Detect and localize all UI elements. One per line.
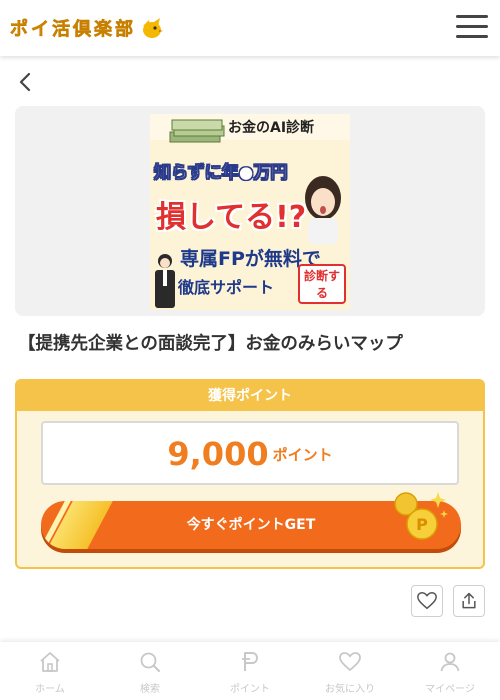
nav-label-home: ホーム <box>35 684 65 695</box>
nav-label-favorites: お気に入り <box>325 684 375 695</box>
banner-support-text: 徹底サポート <box>178 278 275 297</box>
home-icon <box>40 652 60 672</box>
search-icon <box>140 652 160 672</box>
coin-icon: P <box>394 492 448 540</box>
diagnose-badge: 診断する <box>298 264 346 304</box>
businessman-illustration <box>155 254 175 308</box>
share-icon <box>462 592 476 609</box>
heart-icon <box>417 592 437 610</box>
points-value: 9,000 <box>167 435 269 473</box>
nav-item-home[interactable]: ホーム <box>0 642 100 700</box>
chevron-left-icon[interactable] <box>14 70 38 94</box>
nav-item-search[interactable]: 検索 <box>100 642 200 700</box>
heart-icon <box>339 652 361 672</box>
banner-top-text: お金のAI診断 <box>228 120 315 136</box>
money-stack-icon <box>169 119 225 143</box>
logo-text: ポイ活倶楽部 <box>10 19 136 41</box>
points-display: 9,000 ポイント <box>41 421 459 485</box>
nav-label-points: ポイント <box>230 684 270 695</box>
offer-title: 【提携先企業との面談完了】お金のみらいマップ <box>18 334 403 354</box>
nav-item-points[interactable]: ポイント <box>200 642 300 700</box>
offer-banner-image[interactable]: お金のAI診断 知らずに年●万円 損してる!? 専属FPが無料で 徹底サポート … <box>150 114 350 310</box>
nav-item-mypage[interactable]: マイページ <box>400 642 500 700</box>
surprised-woman-illustration <box>305 176 341 244</box>
points-header: 獲得ポイント <box>17 381 483 411</box>
point-icon <box>242 652 258 671</box>
app-header: ポイ活倶楽部 <box>0 0 500 56</box>
bottom-navigation: ホーム 検索 ポイント お気に入り マイページ <box>0 642 500 700</box>
points-unit: ポイント <box>272 445 333 464</box>
nav-label-search: 検索 <box>140 684 160 695</box>
hamburger-icon[interactable] <box>456 12 488 42</box>
banner-headline: 知らずに年●万円 <box>154 163 288 184</box>
svg-text:P: P <box>416 515 428 534</box>
banner-catchphrase: 損してる!? <box>156 200 307 235</box>
bird-icon <box>143 18 163 38</box>
nav-item-favorites[interactable]: お気に入り <box>300 642 400 700</box>
nav-label-mypage: マイページ <box>425 684 475 695</box>
logo[interactable]: ポイ活倶楽部 <box>10 14 164 42</box>
favorite-button[interactable] <box>411 585 443 617</box>
share-button[interactable] <box>453 585 485 617</box>
user-icon <box>440 652 460 672</box>
